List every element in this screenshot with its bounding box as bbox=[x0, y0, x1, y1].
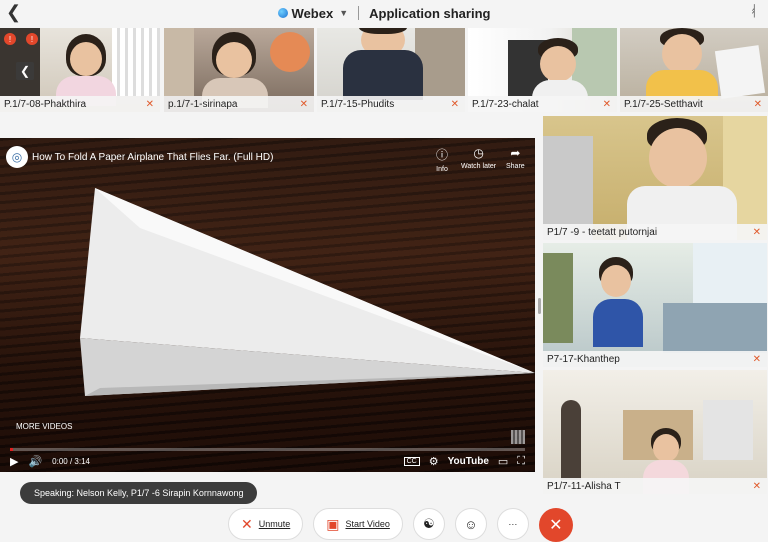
webex-logo-icon bbox=[277, 8, 288, 18]
participant-name: P1/7-11-Alisha T bbox=[547, 480, 621, 492]
clock-icon: ◷ bbox=[473, 146, 484, 160]
participant-name: p.1/7-1-sirinapa bbox=[168, 98, 238, 110]
watch-later-button[interactable]: ◷ Watch later bbox=[461, 146, 496, 170]
participant-video bbox=[543, 116, 767, 240]
participant-name-bar: P.1/7-23-chalat ✕ bbox=[468, 96, 617, 112]
participant-name: P.1/7-08-Phakthira bbox=[4, 98, 87, 110]
participant-name: P1/7 -9 - teetatt putornjai bbox=[547, 226, 658, 238]
leave-meeting-button[interactable]: ✕ bbox=[538, 508, 573, 542]
participant-tile[interactable]: P.1/7-25-Setthavit ✕ bbox=[620, 28, 768, 112]
participant-tile[interactable]: P.1/7-15-Phudits ✕ bbox=[317, 28, 465, 112]
share-button[interactable]: ➦ Share bbox=[506, 146, 525, 170]
participant-video bbox=[543, 243, 767, 367]
participant-strip[interactable]: ! ! ❮ P.1/7-08-Phakthira ✕ p.1/7-1-sirin… bbox=[0, 28, 768, 112]
more-videos-link[interactable]: MORE VIDEOS bbox=[16, 422, 72, 431]
paper-airplane-image bbox=[80, 188, 535, 396]
mic-muted-icon: ✕ bbox=[753, 99, 762, 110]
share-icon: ➦ bbox=[510, 146, 521, 160]
volume-icon[interactable]: 🔊 bbox=[28, 455, 42, 468]
participant-name: P7-17-Khanthep bbox=[547, 353, 620, 365]
share-label: Share bbox=[506, 163, 525, 170]
video-controls: ▶ 🔊 0:00 / 3:14 CC ⚙ YouTube ▭ ⛶ bbox=[0, 450, 535, 472]
scroll-left-icon[interactable]: ❮ bbox=[16, 62, 34, 80]
unmute-button[interactable]: ✕ Unmute bbox=[228, 508, 304, 540]
chevron-down-icon: ▼ bbox=[339, 8, 349, 18]
participant-name: P.1/7-25-Setthavit bbox=[624, 98, 703, 110]
qr-code-icon bbox=[511, 430, 525, 444]
more-options-button[interactable]: ··· bbox=[496, 508, 529, 540]
back-chevron-icon[interactable]: ❮ bbox=[6, 2, 21, 23]
reactions-button[interactable]: ☺ bbox=[454, 508, 487, 540]
video-off-icon: ▣ bbox=[326, 515, 340, 532]
shared-video-player[interactable]: ◎ How To Fold A Paper Airplane That Flie… bbox=[0, 138, 535, 472]
smiley-icon: ☺ bbox=[464, 516, 478, 532]
watch-later-label: Watch later bbox=[461, 163, 497, 170]
fullscreen-icon[interactable]: ⛶ bbox=[517, 455, 525, 468]
participant-name-bar: P.1/7-15-Phudits ✕ bbox=[317, 96, 465, 112]
mic-muted-icon: ✕ bbox=[145, 99, 154, 110]
captions-icon[interactable]: CC bbox=[403, 456, 420, 466]
mic-muted-icon: ✕ bbox=[602, 99, 611, 110]
more-dots-icon: ··· bbox=[508, 519, 518, 529]
youtube-logo[interactable]: YouTube bbox=[448, 456, 489, 467]
page-title: Application sharing bbox=[369, 5, 491, 21]
participant-name-bar: P1/7 -9 - teetatt putornjai ✕ bbox=[543, 224, 767, 240]
divider bbox=[358, 6, 360, 20]
participant-name-bar: P1/7-11-Alisha T ✕ bbox=[543, 478, 767, 494]
video-time: 0:00 / 3:14 bbox=[52, 456, 90, 466]
video-title[interactable]: How To Fold A Paper Airplane That Flies … bbox=[32, 152, 273, 163]
info-button[interactable]: ⓘ Info bbox=[436, 146, 448, 173]
mic-muted-icon: ✕ bbox=[241, 515, 253, 532]
participant-name-bar: P.1/7-08-Phakthira ✕ bbox=[0, 96, 160, 112]
speaking-indicator: Speaking: Nelson Kelly, P1/7 -6 Sirapin … bbox=[20, 482, 258, 504]
participant-tile[interactable]: P7-17-Khanthep ✕ bbox=[543, 243, 767, 367]
mic-muted-icon: ✕ bbox=[299, 99, 308, 110]
participant-name: P.1/7-23-chalat bbox=[472, 98, 539, 110]
participant-name-bar: p.1/7-1-sirinapa ✕ bbox=[164, 96, 314, 112]
info-icon: ⓘ bbox=[436, 148, 449, 162]
channel-logo-icon[interactable]: ◎ bbox=[6, 146, 28, 168]
participant-tile[interactable]: P1/7 -9 - teetatt putornjai ✕ bbox=[543, 116, 767, 240]
participant-name: P.1/7-15-Phudits bbox=[321, 98, 395, 110]
warning-badge: ! bbox=[4, 33, 16, 45]
start-video-label: Start Video bbox=[345, 519, 390, 529]
top-bar: ❮ Webex ▼ Application sharing ᚮ bbox=[0, 0, 768, 26]
close-icon: ✕ bbox=[549, 517, 563, 534]
mic-muted-icon: ✕ bbox=[752, 227, 761, 238]
mic-muted-icon: ✕ bbox=[450, 99, 459, 110]
cast-icon[interactable]: ▭ bbox=[498, 455, 508, 468]
play-icon[interactable]: ▶ bbox=[10, 455, 18, 468]
brand-label: Webex bbox=[291, 5, 334, 21]
start-video-button[interactable]: ▣ Start Video bbox=[313, 508, 403, 540]
participant-tile[interactable]: P1/7-11-Alisha T ✕ bbox=[543, 370, 767, 494]
participant-tile[interactable]: p.1/7-1-sirinapa ✕ bbox=[164, 28, 314, 112]
bluetooth-icon: ᚮ bbox=[748, 3, 758, 20]
participant-video bbox=[543, 370, 767, 494]
participants-button[interactable]: ☯ bbox=[412, 508, 445, 540]
participant-tile[interactable]: P.1/7-23-chalat ✕ bbox=[468, 28, 617, 112]
info-label: Info bbox=[436, 166, 448, 173]
mic-muted-icon: ✕ bbox=[752, 481, 761, 492]
person-icon: ☯ bbox=[423, 516, 435, 531]
participant-name-bar: P7-17-Khanthep ✕ bbox=[543, 351, 767, 367]
webex-menu[interactable]: Webex ▼ bbox=[277, 5, 349, 21]
warning-badge: ! bbox=[26, 33, 38, 45]
mic-muted-icon: ✕ bbox=[752, 354, 761, 365]
meeting-toolbar: ✕ Unmute ▣ Start Video ☯ ☺ ··· ✕ bbox=[228, 508, 573, 542]
settings-gear-icon[interactable]: ⚙ bbox=[429, 455, 439, 468]
resize-handle[interactable] bbox=[538, 298, 541, 314]
unmute-label: Unmute bbox=[258, 519, 291, 529]
participant-tile[interactable]: ! ! ❮ P.1/7-08-Phakthira ✕ bbox=[0, 28, 160, 112]
participant-name-bar: P.1/7-25-Setthavit ✕ bbox=[620, 96, 768, 112]
